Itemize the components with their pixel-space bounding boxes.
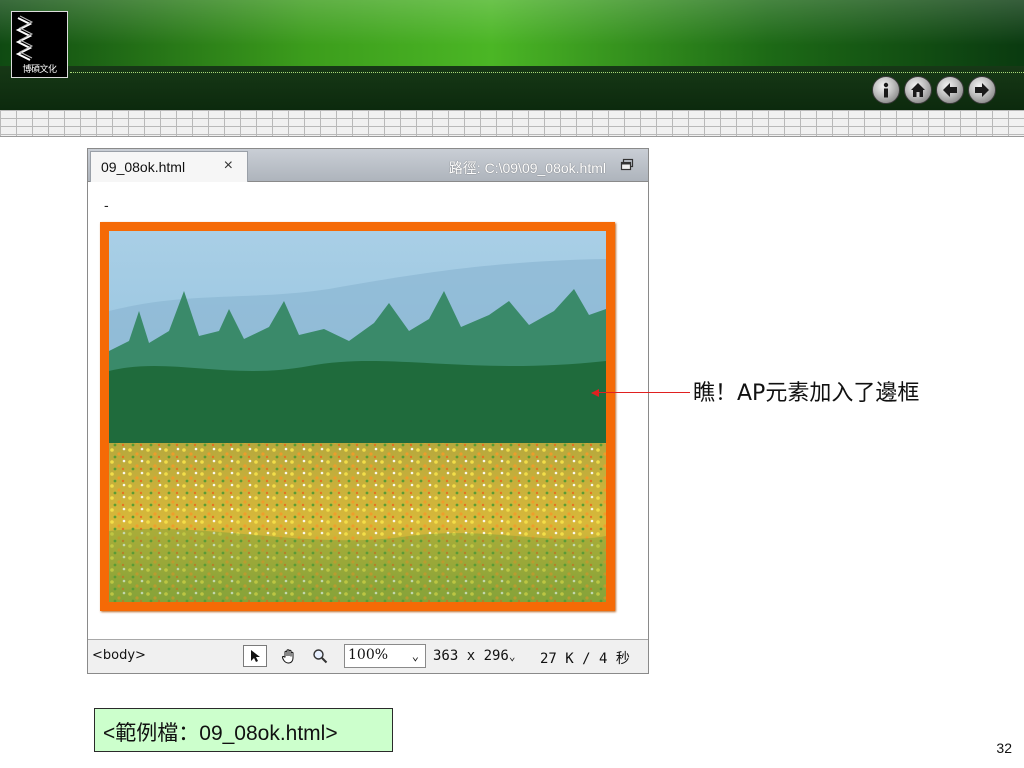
forward-arrow-icon [975,83,989,97]
window-size-selector[interactable]: 363 x 296⌄ [433,648,515,664]
slide-navigation [872,76,996,104]
publisher-logo: 博碩文化 [11,11,68,78]
ap-element-with-border[interactable] [100,222,615,611]
pointer-arrow-icon [251,650,260,662]
callout-annotation-text: 瞧！AP元素加入了邊框 [693,381,920,406]
insertion-point-mark: - [104,197,109,213]
header-dotted-line [70,72,1024,73]
home-button[interactable] [904,76,932,104]
meadow-painting-image [109,231,606,602]
status-bar: <body> 100% ⌄ 363 x 296⌄ 27 K / 4 秒 [88,639,648,673]
document-tab-bar: 09_08ok.html × 路徑: C:\09\09_08ok.html [88,149,648,182]
hand-tool-button[interactable] [277,645,301,667]
document-tab-label: 09_08ok.html [101,159,186,175]
slide-page-number: 32 [996,740,1012,756]
logo-graphic-icon [15,15,34,61]
hand-icon [281,649,294,664]
example-file-label: <範例檔：09_08ok.html> [94,708,393,752]
chevron-down-icon: ⌄ [508,650,516,663]
info-icon [883,82,889,98]
document-size-download-time: 27 K / 4 秒 [540,651,630,667]
window-restore-icon[interactable] [620,158,634,172]
logo-text: 博碩文化 [22,65,57,75]
zoom-level-select[interactable]: 100% ⌄ [344,644,426,668]
slide-header-banner: 博碩文化 [0,0,1024,110]
chevron-down-icon: ⌄ [411,649,419,663]
forward-button[interactable] [968,76,996,104]
callout-arrowhead-icon [591,389,599,397]
info-button[interactable] [872,76,900,104]
callout-line [598,392,690,393]
window-size-value: 363 x 296 [433,648,509,664]
document-tab[interactable]: 09_08ok.html × [90,151,248,182]
back-button[interactable] [936,76,964,104]
header-grid-strip [0,110,1024,137]
header-sheen [0,0,1024,64]
back-arrow-icon [943,83,957,97]
tag-selector-body[interactable]: <body> [92,648,146,663]
dreamweaver-document-window: 09_08ok.html × 路徑: C:\09\09_08ok.html - [87,148,649,674]
select-tool-button[interactable] [243,645,267,667]
zoom-tool-button[interactable] [308,645,332,667]
home-icon [911,83,925,97]
document-path-label: 路徑: C:\09\09_08ok.html [448,160,606,176]
zoom-level-value: 100% [348,647,389,663]
tab-close-icon[interactable]: × [224,157,233,175]
magnifier-icon [313,649,328,664]
